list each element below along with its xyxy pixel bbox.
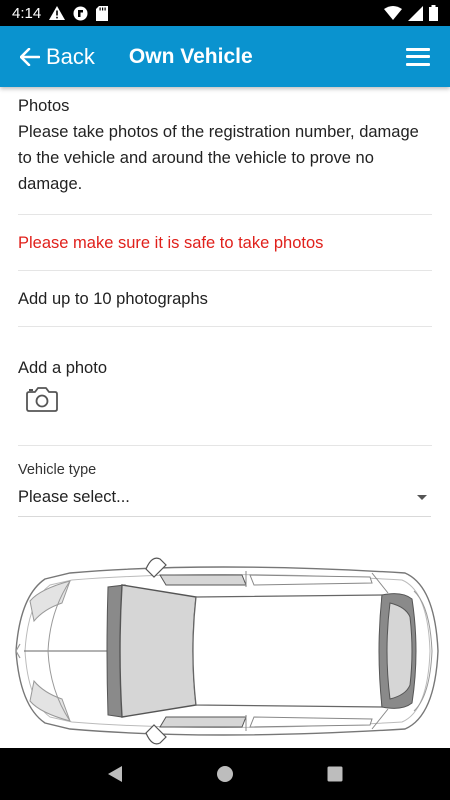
- status-right: [384, 5, 438, 21]
- menu-button[interactable]: [406, 47, 430, 66]
- nav-recents-button[interactable]: [315, 754, 355, 794]
- status-bar: 4:14: [0, 0, 450, 26]
- form-content[interactable]: Photos Please take photos of the registr…: [0, 87, 450, 748]
- hamburger-icon-line: [406, 47, 430, 51]
- back-triangle-icon: [108, 766, 122, 782]
- add-photo-button[interactable]: [18, 378, 58, 417]
- battery-icon: [429, 5, 438, 21]
- photos-section: Photos Please take photos of the registr…: [18, 87, 432, 215]
- nav-back-button[interactable]: [95, 754, 135, 794]
- status-left: 4:14: [12, 4, 109, 22]
- back-arrow-icon: [20, 47, 40, 66]
- hamburger-icon-line: [406, 55, 430, 58]
- vehicle-type-select[interactable]: Please select...: [18, 488, 431, 517]
- safety-warning: Please make sure it is safe to take phot…: [18, 215, 432, 271]
- status-time: 4:14: [12, 4, 42, 22]
- nav-home-button[interactable]: [205, 754, 245, 794]
- vehicle-type-value: Please select...: [18, 488, 130, 506]
- signal-icon: [408, 5, 423, 21]
- photo-limit-text: Add up to 10 photographs: [18, 271, 432, 327]
- car-diagram[interactable]: [10, 551, 440, 748]
- app-bar: Back Own Vehicle: [0, 26, 450, 87]
- app-badge-icon: [73, 6, 88, 20]
- hamburger-icon-line: [406, 62, 430, 66]
- wifi-icon: [384, 6, 402, 20]
- back-label: Back: [46, 43, 95, 69]
- add-photo-label: Add a photo: [18, 359, 107, 377]
- photos-description: Please take photos of the registration n…: [18, 123, 419, 193]
- vehicle-type-section: Vehicle type Please select...: [18, 446, 432, 517]
- home-circle-icon: [217, 766, 233, 782]
- back-button[interactable]: Back: [20, 44, 95, 70]
- page-title: Own Vehicle: [128, 44, 253, 68]
- sd-card-icon: [96, 5, 109, 21]
- car-top-view-icon: [15, 557, 439, 745]
- camera-icon: [26, 387, 58, 412]
- photos-heading: Photos: [18, 97, 70, 115]
- alert-icon: [49, 6, 66, 20]
- recents-square-icon: [327, 766, 343, 782]
- vehicle-type-label: Vehicle type: [18, 462, 97, 478]
- add-photo-section: Add a photo: [18, 327, 432, 446]
- dropdown-arrow-icon: [417, 495, 427, 500]
- system-nav-bar: [0, 748, 450, 800]
